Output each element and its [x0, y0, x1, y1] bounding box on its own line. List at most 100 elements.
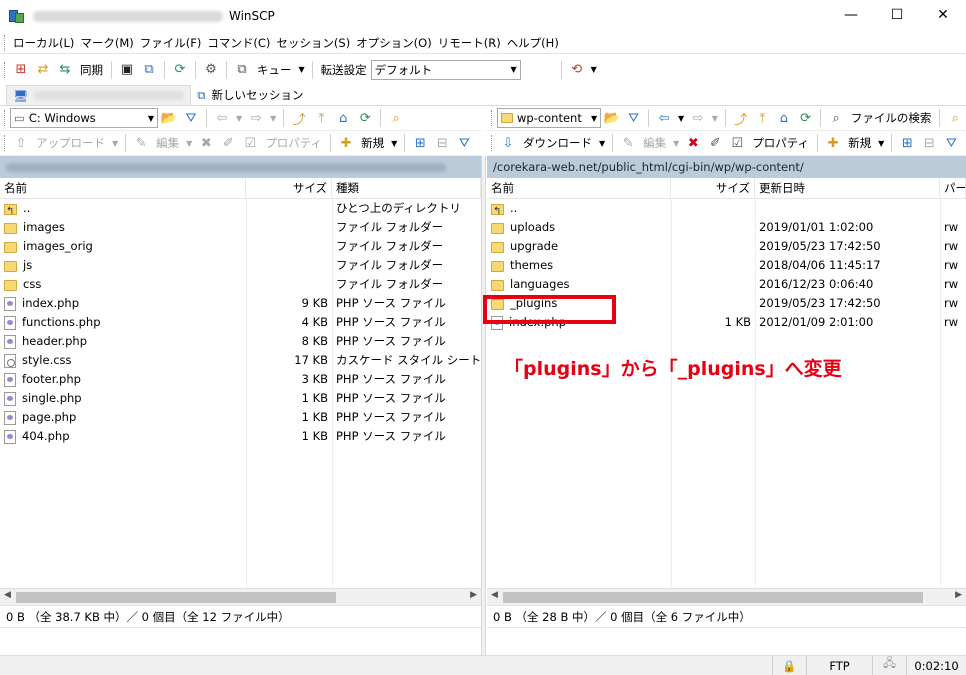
rename-icon[interactable]: ✐ [704, 132, 726, 154]
back-dropdown-icon[interactable]: ▼ [675, 114, 687, 123]
column-permissions-header[interactable]: パー [940, 177, 966, 199]
list-item[interactable]: index.php 9 KB PHP ソース ファイル [0, 294, 481, 313]
home-icon[interactable]: ⌂ [332, 107, 354, 129]
filter-icon[interactable]: ⛛ [180, 107, 202, 129]
local-file-list[interactable]: 名前 サイズ 種類 ..ひとつ上のディレクトリimagesファイル フォルダーi… [0, 177, 481, 606]
synchronize-icon[interactable]: ⇆ [54, 59, 76, 81]
upload-dropdown-icon[interactable]: ▼ [109, 139, 121, 148]
scrollbar-thumb[interactable] [16, 592, 336, 603]
close-button[interactable]: ✕ [920, 0, 966, 30]
scroll-right-icon[interactable]: ▶ [470, 590, 477, 600]
local-drive-select[interactable]: ▭ C: Windows ▼ [10, 108, 158, 128]
list-item[interactable]: footer.php 3 KB PHP ソース ファイル [0, 370, 481, 389]
download-button[interactable]: ダウンロード [519, 135, 596, 151]
list-item[interactable]: themes 2018/04/06 11:45:17 rw [487, 256, 966, 275]
remote-horizontal-scrollbar[interactable]: ◀ ▶ [487, 588, 966, 605]
new-folder-icon[interactable]: ✚ [335, 132, 357, 154]
properties-icon[interactable]: ☑ [239, 132, 261, 154]
edit-icon[interactable]: ✎ [130, 132, 152, 154]
tree-icon[interactable]: ⌕ [944, 107, 966, 129]
forward-dropdown-icon[interactable]: ▼ [709, 114, 721, 123]
menu-session[interactable]: セッション(S) [273, 33, 353, 53]
unselect-icon[interactable]: ⊟ [431, 132, 453, 154]
forward-dropdown-icon[interactable]: ▼ [267, 114, 279, 123]
list-item[interactable]: images ファイル フォルダー [0, 218, 481, 237]
parent-directory-icon[interactable]: ⤴ [730, 107, 752, 129]
forward-icon[interactable]: ⇨ [687, 107, 709, 129]
menu-remote[interactable]: リモート(R) [435, 33, 504, 53]
select-all-icon[interactable]: ⊞ [409, 132, 431, 154]
back-icon[interactable]: ⇦ [211, 107, 233, 129]
terminal-icon[interactable]: ▣ [116, 59, 138, 81]
edit-dropdown-icon[interactable]: ▼ [183, 139, 195, 148]
filter-select-icon[interactable]: ⛛ [940, 132, 962, 154]
column-modified-header[interactable]: 更新日時 [755, 177, 940, 199]
queue-icon[interactable]: ⧉ [231, 59, 253, 81]
refresh-icon[interactable]: ⟳ [795, 107, 817, 129]
new-dropdown-icon[interactable]: ▼ [875, 139, 887, 148]
unselect-icon[interactable]: ⊟ [918, 132, 940, 154]
list-item[interactable]: header.php 8 KB PHP ソース ファイル [0, 332, 481, 351]
delete-icon[interactable]: ✖ [195, 132, 217, 154]
putty-icon[interactable]: ⧉ [138, 59, 160, 81]
column-name-header[interactable]: 名前 [487, 177, 671, 199]
menu-command[interactable]: コマンド(C) [204, 33, 273, 53]
remote-folder-select[interactable]: wp-content ▼ [496, 108, 602, 128]
select-all-icon[interactable]: ⊞ [896, 132, 918, 154]
filter-select-icon[interactable]: ⛛ [453, 132, 475, 154]
reconnect-icon[interactable]: ⟲ [566, 59, 588, 81]
list-item[interactable]: languages 2016/12/23 0:06:40 rw [487, 275, 966, 294]
list-item[interactable]: css ファイル フォルダー [0, 275, 481, 294]
parent-directory-icon[interactable]: ⤴ [288, 107, 310, 129]
new-dropdown-icon[interactable]: ▼ [388, 139, 400, 148]
local-path-bar[interactable] [0, 156, 481, 178]
upload-button[interactable]: アップロード [32, 135, 109, 151]
list-item[interactable]: style.css 17 KB カスケード スタイル シートド... [0, 351, 481, 370]
back-icon[interactable]: ⇦ [653, 107, 675, 129]
list-item[interactable]: uploads 2019/01/01 1:02:00 rw [487, 218, 966, 237]
maximize-button[interactable]: ☐ [874, 0, 920, 30]
list-item[interactable]: upgrade 2019/05/23 17:42:50 rw [487, 237, 966, 256]
transfer-preset-select[interactable]: デフォルト ▼ [370, 59, 521, 80]
upload-icon[interactable]: ⇧ [10, 132, 32, 154]
local-horizontal-scrollbar[interactable]: ◀ ▶ [0, 588, 481, 605]
properties-icon[interactable]: ☑ [726, 132, 748, 154]
menu-help[interactable]: ヘルプ(H) [504, 33, 562, 53]
download-icon[interactable]: ⇩ [497, 132, 519, 154]
column-size-header[interactable]: サイズ [246, 177, 332, 199]
queue-dropdown-icon[interactable]: ▼ [296, 65, 308, 74]
properties-button[interactable]: プロパティ [261, 135, 326, 151]
root-directory-icon[interactable]: ⤒ [310, 107, 332, 129]
list-item[interactable]: images_orig ファイル フォルダー [0, 237, 481, 256]
scroll-right-icon[interactable]: ▶ [955, 590, 962, 600]
list-item[interactable]: js ファイル フォルダー [0, 256, 481, 275]
new-button[interactable]: 新規 [844, 135, 875, 151]
open-folder-icon[interactable]: 📂 [601, 107, 623, 129]
menu-mark[interactable]: マーク(M) [77, 33, 136, 53]
new-folder-icon[interactable]: ✚ [822, 132, 844, 154]
menu-file[interactable]: ファイル(F) [137, 33, 205, 53]
list-item[interactable]: functions.php 4 KB PHP ソース ファイル [0, 313, 481, 332]
menu-options[interactable]: オプション(O) [353, 33, 435, 53]
list-item[interactable]: .. ひとつ上のディレクトリ [0, 199, 481, 218]
edit-icon[interactable]: ✎ [617, 132, 639, 154]
edit-button[interactable]: 編集 [639, 135, 670, 151]
back-dropdown-icon[interactable]: ▼ [233, 114, 245, 123]
properties-button[interactable]: プロパティ [748, 135, 813, 151]
column-size-header[interactable]: サイズ [671, 177, 755, 199]
open-folder-icon[interactable]: 📂 [158, 107, 180, 129]
list-item[interactable]: index.php 1 KB 2012/01/09 2:01:00 rw [487, 313, 966, 332]
preferences-gear-icon[interactable]: ⚙ [200, 59, 222, 81]
download-dropdown-icon[interactable]: ▼ [596, 139, 608, 148]
remote-file-list[interactable]: 名前 サイズ 更新日時 パー .. uploads 2019/01/01 1:02:… [487, 177, 966, 606]
add-session-icon[interactable]: ⊞ [10, 59, 32, 81]
edit-dropdown-icon[interactable]: ▼ [670, 139, 682, 148]
refresh-icon[interactable]: ⟳ [354, 107, 376, 129]
delete-icon[interactable]: ✖ [682, 132, 704, 154]
column-name-header[interactable]: 名前 [0, 177, 246, 199]
list-item[interactable]: single.php 1 KB PHP ソース ファイル [0, 389, 481, 408]
tab-new-session[interactable]: ⧉ 新しいセッション [191, 85, 309, 105]
list-item[interactable]: 404.php 1 KB PHP ソース ファイル [0, 427, 481, 446]
list-item[interactable]: page.php 1 KB PHP ソース ファイル [0, 408, 481, 427]
column-type-header[interactable]: 種類 [332, 177, 481, 199]
